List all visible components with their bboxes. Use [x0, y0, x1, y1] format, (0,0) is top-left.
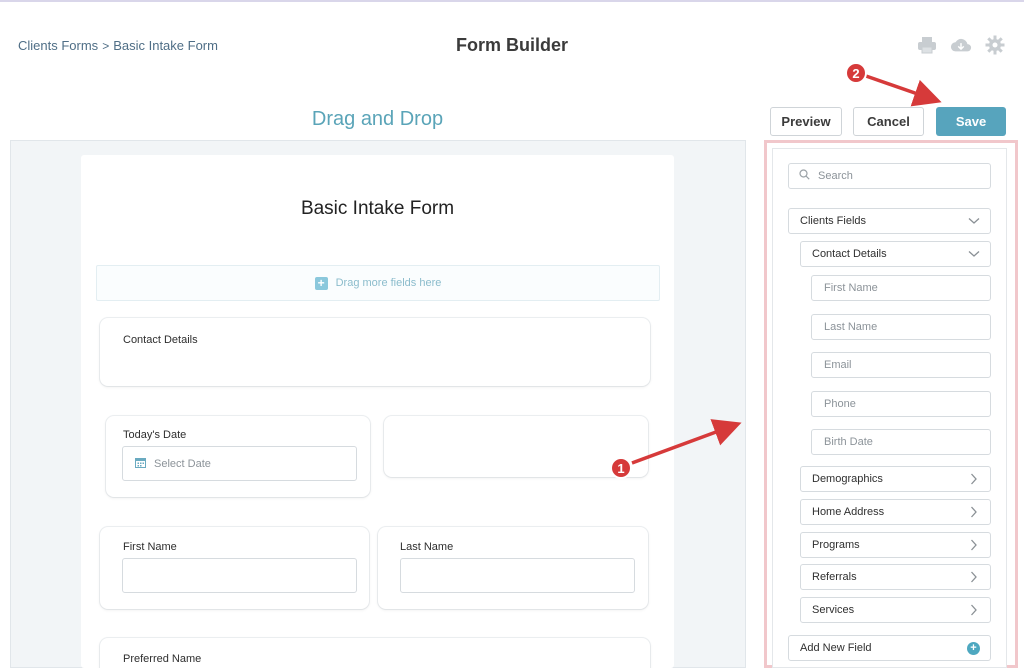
- preferred-name-label: Preferred Name: [123, 653, 202, 665]
- save-button[interactable]: Save: [936, 107, 1006, 136]
- annotation-badge-2: 2: [845, 62, 867, 84]
- annotation-badge-1: 1: [610, 457, 632, 479]
- date-input[interactable]: Select Date: [122, 446, 357, 481]
- group-referrals[interactable]: Referrals: [800, 564, 991, 590]
- group-home-address[interactable]: Home Address: [800, 499, 991, 525]
- page-title: Form Builder: [455, 35, 568, 55]
- search-placeholder: Search: [818, 170, 853, 182]
- calendar-icon: [135, 457, 146, 471]
- preview-button[interactable]: Preview: [770, 107, 842, 136]
- clients-fields-label: Clients Fields: [800, 215, 867, 227]
- chevron-right-icon: [968, 539, 980, 551]
- header-actions: [916, 34, 1006, 56]
- drop-zone[interactable]: + Drag more fields here: [96, 265, 660, 301]
- group-label: Programs: [812, 539, 860, 551]
- contact-details-group-label: Contact Details: [812, 248, 887, 260]
- group-programs[interactable]: Programs: [800, 532, 991, 558]
- cancel-button[interactable]: Cancel: [853, 107, 924, 136]
- group-label: Services: [812, 604, 855, 616]
- group-label: Referrals: [812, 571, 857, 583]
- contact-details-label: Contact Details: [123, 334, 198, 346]
- chevron-down-icon: [968, 215, 980, 227]
- group-services[interactable]: Services: [800, 597, 991, 623]
- chevron-right-icon: [968, 506, 980, 518]
- first-name-input[interactable]: [122, 558, 357, 593]
- chevron-right-icon: [968, 571, 980, 583]
- clients-fields-accordion[interactable]: Clients Fields: [788, 208, 991, 234]
- form-title: Basic Intake Form: [300, 198, 455, 219]
- chevron-right-icon: [968, 604, 980, 616]
- chevron-down-icon: [968, 248, 980, 260]
- field-phone[interactable]: Phone: [811, 391, 991, 417]
- group-label: Demographics: [812, 473, 883, 485]
- drag-and-drop-heading: Drag and Drop: [311, 108, 444, 130]
- field-last-name[interactable]: Last Name: [811, 314, 991, 340]
- add-new-field-button[interactable]: Add New Field +: [788, 635, 991, 661]
- drop-zone-text: Drag more fields here: [335, 277, 442, 289]
- field-email[interactable]: Email: [811, 352, 991, 378]
- search-input[interactable]: Search: [788, 163, 991, 189]
- chevron-right-icon: [968, 473, 980, 485]
- date-placeholder: Select Date: [154, 457, 211, 470]
- group-demographics[interactable]: Demographics: [800, 466, 991, 492]
- contact-details-block[interactable]: [100, 318, 650, 386]
- first-name-label: First Name: [123, 541, 177, 553]
- group-label: Home Address: [812, 506, 885, 518]
- last-name-label: Last Name: [400, 541, 454, 553]
- gear-icon[interactable]: [984, 34, 1006, 56]
- printer-icon[interactable]: [916, 34, 938, 56]
- add-new-field-label: Add New Field: [800, 642, 872, 654]
- contact-details-accordion[interactable]: Contact Details: [800, 241, 991, 267]
- top-border: [0, 0, 1024, 2]
- field-first-name[interactable]: First Name: [811, 275, 991, 301]
- todays-date-label: Today's Date: [123, 429, 187, 441]
- add-icon: +: [314, 276, 328, 290]
- field-birth-date[interactable]: Birth Date: [811, 429, 991, 455]
- last-name-input[interactable]: [400, 558, 635, 593]
- plus-circle-icon: +: [967, 641, 980, 655]
- search-icon: [799, 169, 810, 183]
- empty-field-slot[interactable]: [384, 416, 648, 477]
- cloud-download-icon[interactable]: [950, 34, 972, 56]
